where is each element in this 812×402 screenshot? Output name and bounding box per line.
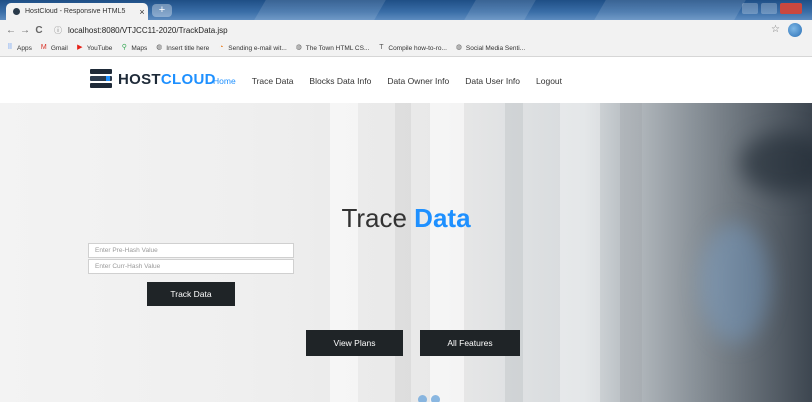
forward-arrow-icon[interactable]: → [18,25,32,36]
profile-extension-icon[interactable] [788,23,802,37]
bookmark-label: YouTube [86,44,113,52]
hostcloud-logo[interactable]: HOST CLOUD [90,68,216,90]
back-arrow-icon[interactable]: ← [4,25,18,36]
bookmark-label: Compile how-to-ro... [388,44,447,52]
carousel-dot[interactable] [431,395,440,402]
bookmark-item[interactable]: ◍ The Town HTML CS... [295,44,370,52]
browser-tab-strip: HostCloud - Responsive HTML5 × + [0,0,812,20]
logo-host-text: HOST [118,70,161,88]
view-plans-button[interactable]: View Plans [306,330,403,356]
globe-icon: ◍ [295,44,302,51]
bookmark-item[interactable]: ⚲ Maps [120,44,147,52]
all-features-button[interactable]: All Features [420,330,520,356]
url-field[interactable]: ⓘ localhost:8080/VTJCC11-2020/TrackData.… [54,25,228,36]
bookmarks-bar: ⠿ Apps M Gmail ▶ YouTube ⚲ Maps ◍ Insert title he… [0,40,812,57]
globe-icon: ◍ [455,44,462,51]
browser-tab[interactable]: HostCloud - Responsive HTML5 × [6,3,148,20]
bookmark-item[interactable]: M Gmail [40,44,68,52]
url-text: localhost:8080/VTJCC11-2020/TrackData.js… [68,25,228,35]
bookmark-label: Maps [131,44,148,52]
compile-icon: T [379,44,384,51]
track-data-button[interactable]: Track Data [147,282,235,306]
hero-section: Trace Data Track Data View Plans All Fea… [0,103,812,402]
nav-link-blocks-data-info[interactable]: Blocks Data Info [309,76,371,86]
currhash-input[interactable] [88,259,294,274]
sending-mail-icon: ◔ [219,44,224,51]
browser-tab-title: HostCloud - Responsive HTML5 [25,8,126,15]
nav-link-home[interactable]: Home [213,76,236,86]
carousel-dot[interactable] [418,395,427,402]
minimize-button[interactable] [742,3,758,14]
maximize-button[interactable] [761,3,777,14]
address-bar: ← → C ⓘ localhost:8080/VTJCC11-2020/Trac… [0,20,812,40]
site-favicon-icon [13,8,20,15]
bookmark-label: Apps [17,44,32,52]
new-tab-button[interactable]: + [152,4,172,17]
bookmark-star-icon[interactable]: ☆ [771,24,780,35]
bookmark-item[interactable]: ▶ YouTube [76,44,113,52]
apps-grid-icon: ⠿ [7,44,13,51]
close-tab-icon[interactable]: × [136,7,148,17]
bookmark-item[interactable]: T Compile how-to-ro... [377,44,447,52]
hero-title: Trace Data [0,203,812,234]
maps-pin-icon: ⚲ [121,44,127,51]
bookmark-label: Sending e-mail wit... [228,44,287,52]
bookmark-label: Insert title here [166,44,210,52]
site-navbar: HOST CLOUD Home Trace Data Blocks Data Info… [0,57,812,103]
bookmark-item[interactable]: ◍ Insert title here [155,44,209,52]
bookmark-item[interactable]: ◍ Social Media Senti... [455,44,525,52]
bookmark-item[interactable]: ◔ Sending e-mail wit... [217,44,287,52]
bookmark-label: The Town HTML CS... [305,44,370,52]
bookmark-label: Gmail [50,44,68,52]
server-stack-icon [90,68,112,90]
logo-cloud-text: CLOUD [160,70,216,88]
youtube-icon: ▶ [77,44,83,51]
carousel-indicator [418,395,440,402]
hero-title-highlight: Data [414,203,471,233]
window-close-button[interactable] [780,3,802,14]
nav-link-trace-data[interactable]: Trace Data [252,76,294,86]
bookmark-label: Social Media Senti... [465,44,526,52]
info-icon[interactable]: ⓘ [54,25,62,36]
globe-icon: ◍ [156,44,163,51]
nav-link-logout[interactable]: Logout [536,76,562,86]
prehash-input[interactable] [88,243,294,258]
hero-title-plain: Trace [341,203,415,233]
nav-link-data-user-info[interactable]: Data User Info [465,76,520,86]
gmail-icon: M [40,44,47,51]
reload-icon[interactable]: C [32,25,46,36]
window-controls [742,3,802,14]
nav-link-data-owner-info[interactable]: Data Owner Info [387,76,449,86]
main-menu: Home Trace Data Blocks Data Info Data Owner… [213,76,578,86]
bookmark-item[interactable]: ⠿ Apps [6,44,32,52]
